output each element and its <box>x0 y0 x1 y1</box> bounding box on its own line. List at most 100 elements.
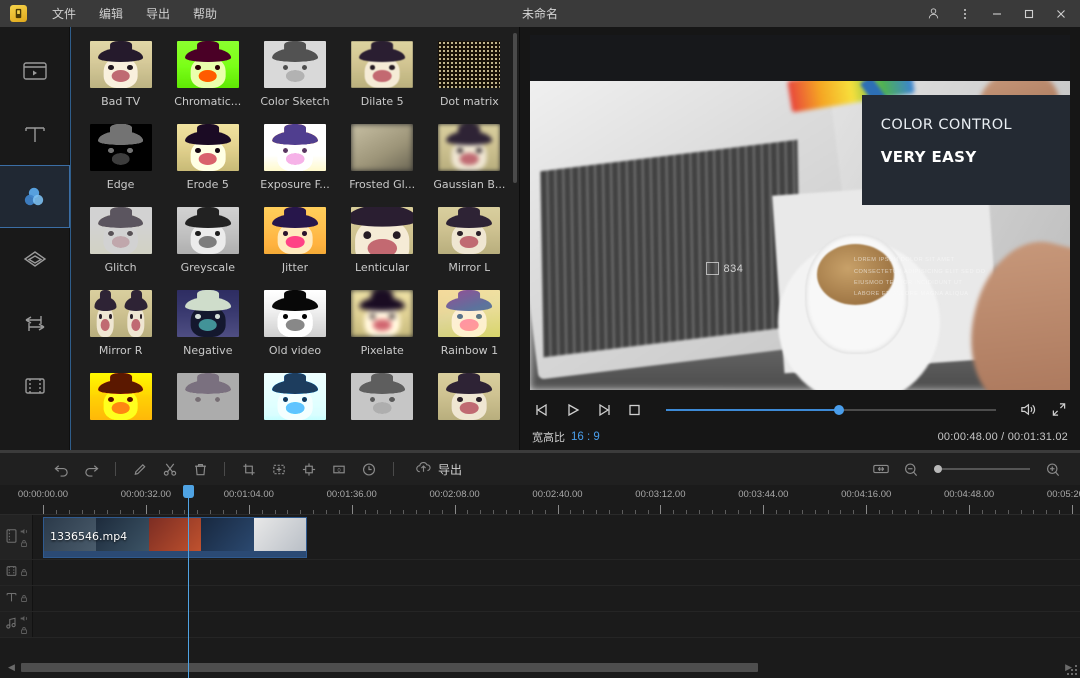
track-video[interactable]: 1336546.mp4 <box>0 515 1080 560</box>
effect-item[interactable]: Lenticular <box>339 201 426 284</box>
track-audio-header[interactable] <box>0 612 33 637</box>
rail-filmstrip[interactable] <box>0 354 70 417</box>
track-text-body[interactable] <box>33 586 1080 611</box>
video-stage[interactable]: COLOR CONTROL VERY EASY 834 LOREM IPSUM … <box>530 35 1070 390</box>
track-pip-toggles[interactable] <box>19 568 29 577</box>
volume-icon[interactable] <box>1018 400 1037 419</box>
track-audio-toggles[interactable] <box>19 614 29 635</box>
effect-item[interactable]: Rainbow 1 <box>426 284 513 367</box>
lock-icon <box>19 594 29 603</box>
track-video-toggles[interactable] <box>19 527 29 548</box>
effect-item[interactable]: Gaussian B... <box>426 118 513 201</box>
user-account-icon[interactable] <box>918 0 948 27</box>
effect-item[interactable]: Mirror L <box>426 201 513 284</box>
track-text-toggles[interactable] <box>19 594 29 603</box>
timeline-clip[interactable]: 1336546.mp4 <box>43 517 307 558</box>
effect-item[interactable]: Mirror R <box>77 284 164 367</box>
zoom-slider-handle[interactable] <box>934 465 942 473</box>
menu-help[interactable]: 帮助 <box>184 2 226 25</box>
effect-item[interactable]: Glitch <box>77 201 164 284</box>
previous-frame-icon[interactable] <box>532 400 551 419</box>
scroll-left-arrow-icon[interactable]: ◀ <box>8 662 15 673</box>
effect-item[interactable]: Greyscale <box>164 201 251 284</box>
close-icon[interactable] <box>1046 0 1076 27</box>
resize-grip-icon[interactable] <box>1067 665 1077 675</box>
effect-thumbnail <box>351 207 413 254</box>
effect-item[interactable] <box>164 367 251 450</box>
split-button[interactable] <box>155 456 185 482</box>
effect-item[interactable]: Chromatic... <box>164 35 251 118</box>
export-button[interactable]: 导出 <box>407 457 470 481</box>
track-pip[interactable] <box>0 560 1080 586</box>
fit-timeline-icon[interactable] <box>866 456 896 482</box>
effect-item[interactable]: Color Sketch <box>251 35 338 118</box>
rail-overlay[interactable] <box>0 228 70 291</box>
effect-item[interactable] <box>339 367 426 450</box>
timeline-zoom-slider[interactable] <box>934 463 1030 475</box>
effect-item[interactable] <box>251 367 338 450</box>
menu-edit[interactable]: 编辑 <box>90 2 132 25</box>
timeline-horizontal-scrollbar[interactable]: ◀ ▶ <box>0 656 1080 678</box>
lock-icon <box>19 626 29 635</box>
effect-item[interactable]: Dot matrix <box>426 35 513 118</box>
effect-item[interactable]: Erode 5 <box>164 118 251 201</box>
seek-slider[interactable] <box>666 403 996 417</box>
track-audio[interactable] <box>0 612 1080 638</box>
stop-icon[interactable] <box>625 400 644 419</box>
ruler-tick-minor <box>699 510 700 514</box>
edit-button[interactable] <box>125 456 155 482</box>
play-icon[interactable] <box>563 400 582 419</box>
effect-item[interactable]: Exposure F... <box>251 118 338 201</box>
effect-item[interactable]: Edge <box>77 118 164 201</box>
ruler-tick-minor <box>982 510 983 514</box>
effect-item[interactable] <box>77 367 164 450</box>
track-audio-body[interactable] <box>33 612 1080 637</box>
rail-transition[interactable] <box>0 291 70 354</box>
track-text-header[interactable] <box>0 586 33 611</box>
effect-item[interactable]: Old video <box>251 284 338 367</box>
effect-item[interactable]: Jitter <box>251 201 338 284</box>
adjust-button[interactable] <box>264 456 294 482</box>
effect-item[interactable]: Dilate 5 <box>339 35 426 118</box>
rail-text[interactable] <box>0 102 70 165</box>
zoom-out-icon[interactable] <box>896 456 926 482</box>
ruler-tick-major <box>43 505 44 514</box>
track-video-body[interactable]: 1336546.mp4 <box>33 515 1080 559</box>
ruler-tick-minor <box>879 510 880 514</box>
redo-button[interactable] <box>76 456 106 482</box>
effect-item[interactable] <box>426 367 513 450</box>
rail-media[interactable] <box>0 39 70 102</box>
more-vertical-icon[interactable] <box>950 0 980 27</box>
crop-button[interactable] <box>234 456 264 482</box>
upper-area: Bad TVChromatic...Color SketchDilate 5Do… <box>0 27 1080 450</box>
mosaic-button[interactable] <box>294 456 324 482</box>
track-pip-body[interactable] <box>33 560 1080 585</box>
aspect-ratio-value[interactable]: 16 : 9 <box>571 431 600 443</box>
ruler-tick-minor <box>69 510 70 514</box>
speed-button[interactable] <box>354 456 384 482</box>
effect-item[interactable]: Pixelate <box>339 284 426 367</box>
undo-button[interactable] <box>46 456 76 482</box>
maximize-icon[interactable] <box>1014 0 1044 27</box>
delete-button[interactable] <box>185 456 215 482</box>
minimize-icon[interactable] <box>982 0 1012 27</box>
menu-export[interactable]: 导出 <box>137 2 179 25</box>
ruler-tick-minor <box>712 510 713 514</box>
menu-file[interactable]: 文件 <box>43 2 85 25</box>
track-pip-header[interactable] <box>0 560 33 585</box>
seek-handle[interactable] <box>834 405 844 415</box>
rail-effects[interactable] <box>0 165 70 228</box>
freeze-button[interactable]: 0 <box>324 456 354 482</box>
fullscreen-icon[interactable] <box>1049 400 1068 419</box>
effect-item[interactable]: Frosted Gl... <box>339 118 426 201</box>
next-frame-icon[interactable] <box>594 400 613 419</box>
zoom-in-icon[interactable] <box>1038 456 1068 482</box>
aspect-ratio-label: 宽高比 <box>532 429 565 445</box>
effects-vertical-scrollbar[interactable] <box>513 33 517 183</box>
effect-item[interactable]: Negative <box>164 284 251 367</box>
effect-item[interactable]: Bad TV <box>77 35 164 118</box>
track-video-header[interactable] <box>0 515 33 559</box>
horizontal-scroll-thumb[interactable] <box>21 663 758 672</box>
track-text[interactable] <box>0 586 1080 612</box>
timeline-ruler[interactable]: 00:00:00.0000:00:32.0000:01:04.0000:01:3… <box>0 485 1080 515</box>
